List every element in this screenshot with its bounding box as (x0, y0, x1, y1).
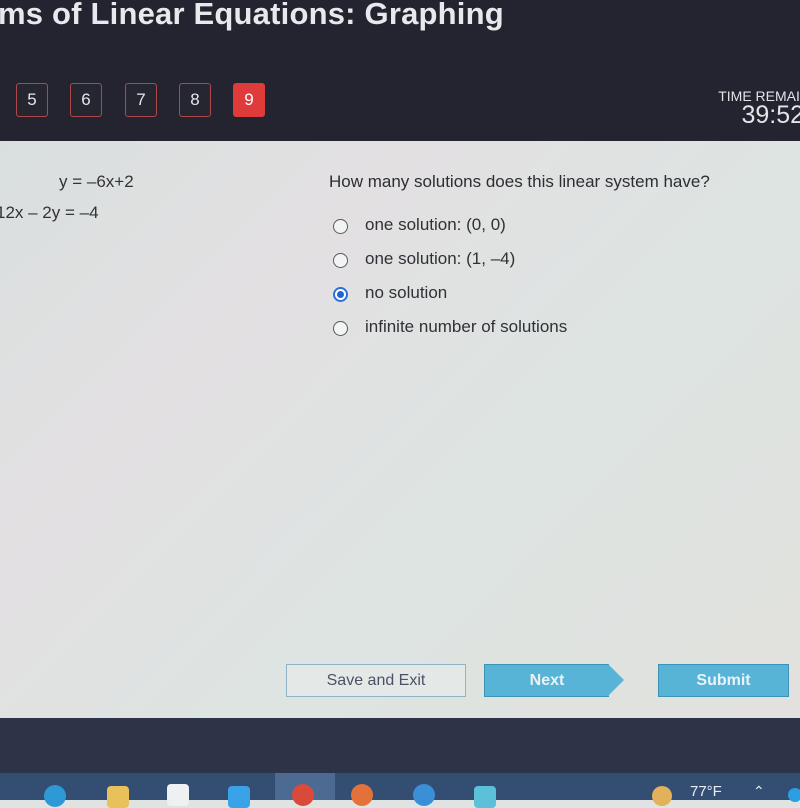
edge-icon[interactable] (44, 785, 66, 807)
temperature-readout[interactable]: 77°F (690, 783, 722, 800)
next-button[interactable]: Next (484, 664, 609, 697)
question-text: How many solutions does this linear syst… (329, 172, 710, 191)
question-button-5[interactable]: 5 (16, 83, 48, 117)
equation-2: 12x – 2y = –4 (0, 203, 99, 222)
time-remaining-value: 39:52 (741, 101, 800, 129)
next-button-arrow[interactable] (608, 664, 624, 696)
internet-explorer-icon[interactable] (413, 784, 435, 806)
radio-button[interactable] (333, 253, 348, 268)
chrome-icon[interactable] (292, 784, 314, 806)
store-icon[interactable] (167, 784, 189, 806)
submit-button[interactable]: Submit (658, 664, 789, 697)
option-label: infinite number of solutions (365, 317, 568, 336)
file-explorer-icon[interactable] (107, 786, 129, 808)
firefox-icon[interactable] (351, 784, 373, 806)
question-button-6[interactable]: 6 (70, 83, 102, 117)
radio-button[interactable] (333, 321, 348, 336)
question-button-9[interactable]: 9 (233, 83, 265, 117)
question-button-7[interactable]: 7 (125, 83, 157, 117)
save-and-exit-button[interactable]: Save and Exit (286, 664, 466, 697)
weather-icon[interactable] (652, 786, 672, 806)
option-label: one solution: (0, 0) (365, 215, 506, 234)
question-button-8[interactable]: 8 (179, 83, 211, 117)
option-label: one solution: (1, –4) (365, 249, 516, 268)
chevron-up-icon[interactable]: ⌃ (753, 783, 765, 800)
header-bar: ms of Linear Equations: Graphing 5 6 7 8… (0, 0, 800, 141)
app-icon[interactable] (474, 786, 496, 808)
radio-button-selected[interactable] (333, 287, 348, 302)
option-label: no solution (365, 283, 448, 302)
equation-1: y = –6x+2 (59, 172, 134, 191)
radio-button[interactable] (333, 219, 348, 234)
mail-icon[interactable] (228, 786, 250, 808)
footer-band (0, 718, 800, 773)
page-title: ms of Linear Equations: Graphing (0, 0, 504, 31)
